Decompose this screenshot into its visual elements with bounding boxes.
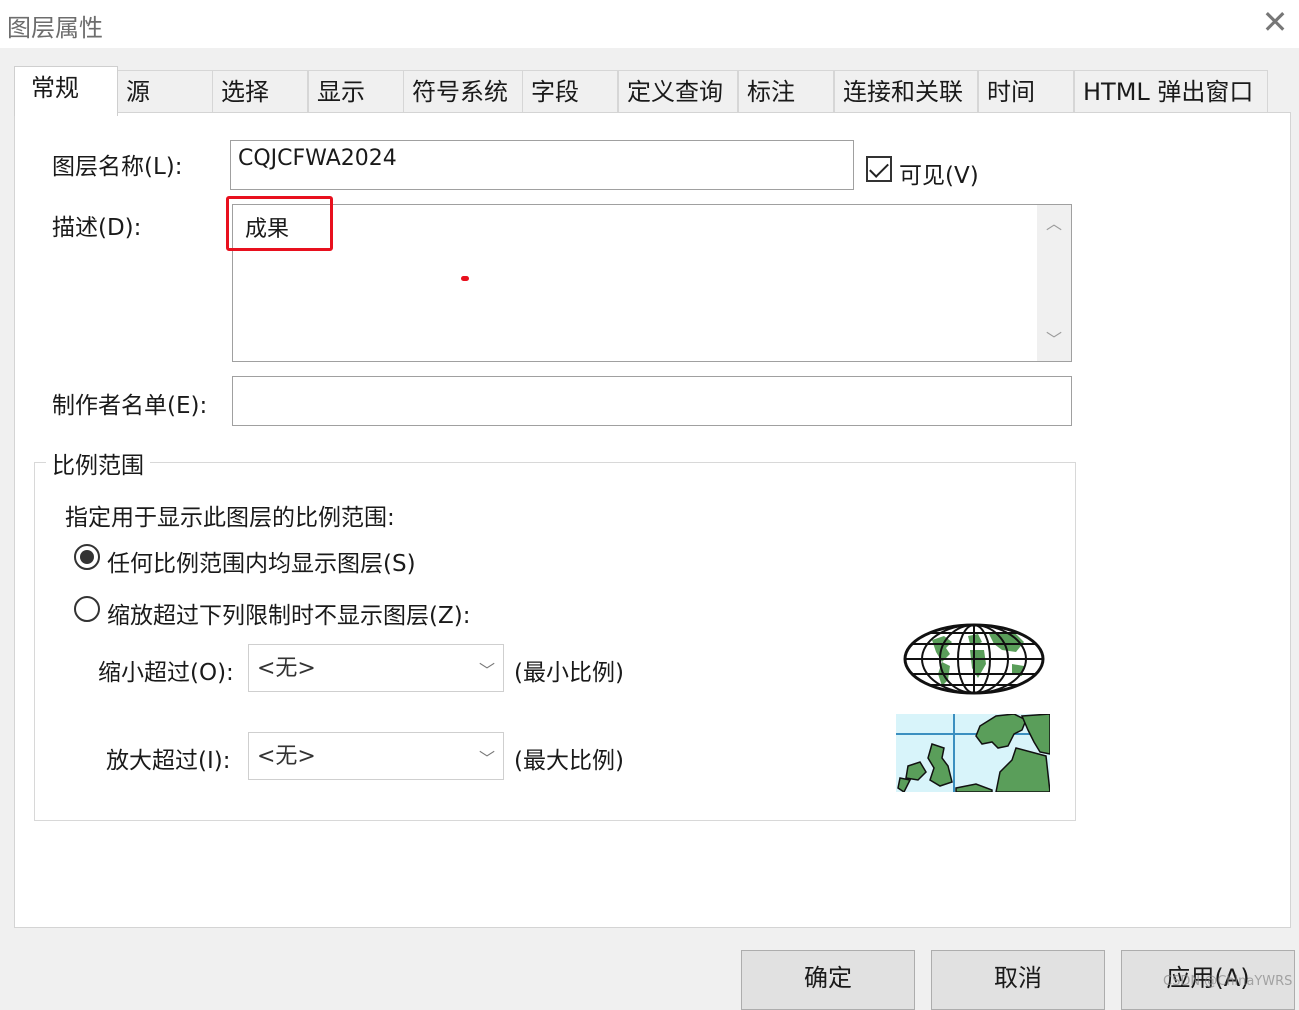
min-scale-value: <无> [257,656,316,681]
tab-source[interactable]: 源 [117,70,213,114]
min-scale-label: 缩小超过(O): [98,660,234,686]
regional-map-icon [896,714,1050,792]
radio-any-scale[interactable] [74,544,100,570]
chevron-down-icon: ﹀ [478,749,495,768]
close-icon: ✕ [1261,3,1289,41]
layer-name-value: CQJCFWA2024 [238,146,397,171]
max-scale-label: 放大超过(I): [106,748,231,774]
tab-strip: 常规 源 选择 显示 符号系统 字段 定义查询 标注 连接和关联 时间 HTML… [14,66,1284,116]
tab-fields[interactable]: 字段 [522,70,618,114]
radio-any-scale-label[interactable]: 任何比例范围内均显示图层(S) [107,544,416,578]
visible-label: 可见(V) [899,163,979,189]
close-button[interactable]: ✕ [1254,2,1296,42]
description-textarea[interactable]: 成果 ︿ ﹀ [232,204,1072,362]
tab-selection[interactable]: 选择 [212,70,308,114]
tab-display[interactable]: 显示 [308,70,404,114]
tab-labels[interactable]: 标注 [738,70,834,114]
description-label: 描述(D): [52,215,142,241]
layer-name-input[interactable]: CQJCFWA2024 [230,140,854,190]
ok-button[interactable]: 确定 [741,950,915,1010]
visible-checkbox[interactable] [866,156,892,182]
tab-symbology[interactable]: 符号系统 [403,70,523,114]
tab-definition-query[interactable]: 定义查询 [618,70,738,114]
chevron-down-icon: ﹀ [478,661,495,680]
tab-joins-relates[interactable]: 连接和关联 [834,70,978,114]
cancel-button[interactable]: 取消 [931,950,1105,1010]
max-scale-hint: (最大比例) [514,748,624,774]
scale-range-title: 比例范围 [46,446,150,480]
title-bar: 图层属性 ✕ [0,0,1299,48]
credits-label: 制作者名单(E): [52,393,208,419]
tab-general[interactable]: 常规 [14,66,118,116]
layer-name-label: 图层名称(L): [52,154,183,180]
scale-range-instruction: 指定用于显示此图层的比例范围: [65,505,395,531]
scroll-down-icon[interactable]: ﹀ [1037,325,1071,355]
window-title: 图层属性 [7,14,103,42]
red-annotation-dot [461,276,469,281]
description-value: 成果 [245,217,290,242]
max-scale-value: <无> [257,744,316,769]
max-scale-combo[interactable]: <无> ﹀ [248,732,504,780]
globe-map-icon [903,623,1045,695]
watermark: CSDN @ChinaYWRS [1163,974,1293,989]
radio-limit-scale[interactable] [74,596,100,622]
description-scrollbar[interactable]: ︿ ﹀ [1037,205,1071,361]
min-scale-hint: (最小比例) [514,660,624,686]
scroll-up-icon[interactable]: ︿ [1037,209,1071,239]
credits-input[interactable] [232,376,1072,426]
tab-time[interactable]: 时间 [978,70,1074,114]
min-scale-combo[interactable]: <无> ﹀ [248,644,504,692]
radio-limit-scale-label[interactable]: 缩放超过下列限制时不显示图层(Z): [107,596,470,630]
tab-html-popup[interactable]: HTML 弹出窗口 [1074,70,1268,114]
